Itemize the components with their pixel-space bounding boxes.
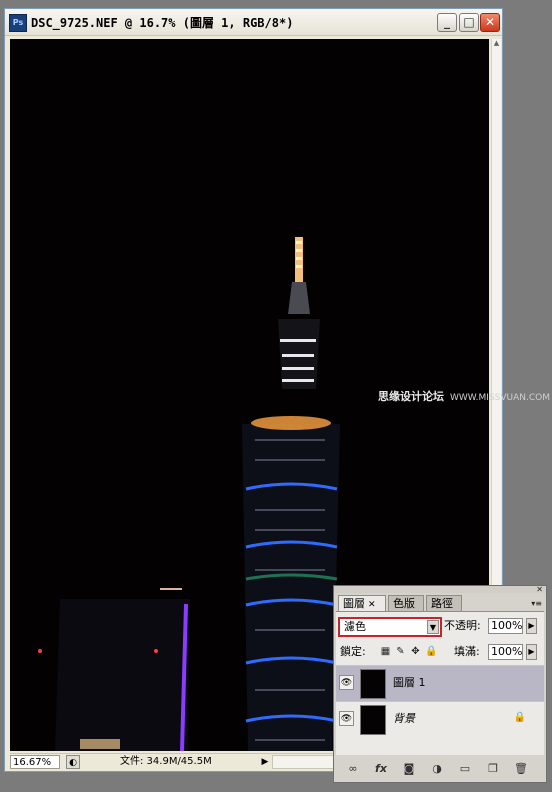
blend-mode-select[interactable]: 濾色 ▼ xyxy=(338,617,442,637)
layers-panel-footer: ∞ fx ◙ ◑ ▭ ❐ 🗑 xyxy=(336,758,544,780)
maximize-button[interactable]: □ xyxy=(459,13,479,32)
layer-name[interactable]: 圖層 1 xyxy=(393,676,426,690)
trash-icon[interactable]: 🗑 xyxy=(514,762,528,776)
zoom-level-input[interactable]: 16.67% xyxy=(10,755,60,769)
tab-layers[interactable]: 圖層 ✕ xyxy=(338,595,386,611)
window-title: DSC_9725.NEF @ 16.7% (圖層 1, RGB/8*) xyxy=(31,16,294,30)
document-size-info: 文件: 34.9M/45.5M xyxy=(120,756,212,767)
group-icon[interactable]: ▭ xyxy=(458,762,472,776)
lock-image-brush-icon[interactable]: ✎ xyxy=(395,646,406,657)
tab-channels[interactable]: 色版 xyxy=(388,595,424,611)
eye-icon[interactable]: 👁 xyxy=(339,675,354,690)
eye-icon[interactable]: 👁 xyxy=(339,711,354,726)
layer-thumbnail xyxy=(360,705,386,735)
watermark-url: WWW.MISSVUAN.COM xyxy=(450,393,550,403)
lock-all-icon[interactable]: 🔒 xyxy=(425,646,437,657)
status-info-icon[interactable]: ◐ xyxy=(66,755,80,769)
layer-row-background[interactable]: 👁 背景 🔒 xyxy=(336,701,544,737)
opacity-input[interactable]: 100% xyxy=(488,618,523,634)
panel-close-icon[interactable]: ✕ xyxy=(536,586,543,594)
scroll-up-icon[interactable]: ▲ xyxy=(492,39,501,48)
status-menu-arrow-icon[interactable]: ▶ xyxy=(260,755,270,769)
panel-header-strip[interactable]: ✕ xyxy=(334,586,546,594)
minimize-button[interactable]: _ xyxy=(437,13,457,32)
opacity-slider-arrow-icon[interactable]: ▶ xyxy=(526,618,537,634)
close-button[interactable]: ✕ xyxy=(480,13,500,32)
layer-lock-icon: 🔒 xyxy=(513,712,526,723)
new-layer-icon[interactable]: ❐ xyxy=(486,762,500,776)
layer-row-layer1[interactable]: 👁 圖層 1 xyxy=(336,665,544,701)
fx-icon[interactable]: fx xyxy=(374,762,388,776)
fill-input[interactable]: 100% xyxy=(488,644,523,660)
fill-label: 填滿: xyxy=(454,645,480,658)
lock-transparent-icon[interactable]: ▦ xyxy=(380,646,391,657)
photoshop-app-icon[interactable]: Ps xyxy=(9,14,27,32)
panel-menu-icon[interactable]: ▾≡ xyxy=(531,599,542,608)
opacity-label: 不透明: xyxy=(444,619,481,632)
layer-thumbnail xyxy=(360,669,386,699)
chevron-down-icon[interactable]: ▼ xyxy=(427,620,439,634)
link-icon[interactable]: ∞ xyxy=(346,762,360,776)
watermark: 思缘设计论坛 WWW.MISSVUAN.COM xyxy=(378,388,550,404)
layers-panel: ✕ 圖層 ✕ 色版 路徑 ▾≡ 濾色 ▼ 不透明: 100% ▶ 鎖定: ▦ ✎ … xyxy=(333,585,547,783)
adjustment-icon[interactable]: ◑ xyxy=(430,762,444,776)
neighbor-building xyxy=(38,588,190,751)
fill-slider-arrow-icon[interactable]: ▶ xyxy=(526,644,537,660)
tab-layers-label: 圖層 xyxy=(343,597,365,610)
tower-body xyxy=(242,416,340,751)
tab-paths[interactable]: 路徑 xyxy=(426,595,462,611)
blend-mode-value: 濾色 xyxy=(344,620,366,633)
mask-icon[interactable]: ◙ xyxy=(402,762,416,776)
lock-label: 鎖定: xyxy=(340,645,366,658)
watermark-brand: 思缘设计论坛 xyxy=(378,390,444,403)
layer-name[interactable]: 背景 xyxy=(393,712,415,726)
layers-panel-body: 濾色 ▼ 不透明: 100% ▶ 鎖定: ▦ ✎ ✥ 🔒 填滿: 100% ▶ … xyxy=(336,611,544,755)
tab-close-icon[interactable]: ✕ xyxy=(368,600,376,610)
lock-position-move-icon[interactable]: ✥ xyxy=(410,646,421,657)
title-bar[interactable]: Ps DSC_9725.NEF @ 16.7% (圖層 1, RGB/8*) _… xyxy=(5,9,502,36)
